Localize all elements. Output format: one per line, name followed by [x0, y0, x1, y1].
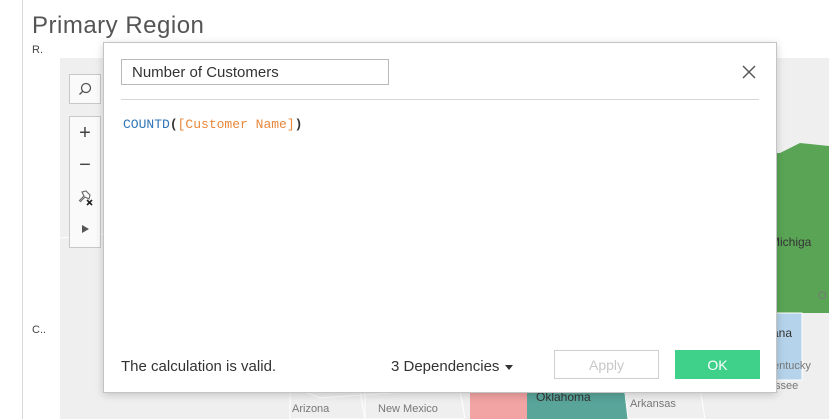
map-search-button[interactable] — [69, 74, 101, 104]
zoom-out-button[interactable]: − — [70, 149, 100, 181]
formula-function: COUNTD — [123, 117, 170, 132]
page-title: Primary Region — [32, 12, 205, 39]
formula-open-paren: ( — [169, 117, 178, 132]
close-button[interactable] — [738, 61, 760, 83]
map-zoom-controls: + − — [69, 116, 101, 248]
calculation-dialog: COUNTD([Customer Name]) The calculation … — [103, 42, 777, 393]
state-michigan — [770, 153, 829, 313]
formula-editor[interactable]: COUNTD([Customer Name]) — [123, 117, 302, 132]
ok-button[interactable]: OK — [675, 350, 760, 379]
dialog-divider — [121, 99, 759, 100]
label-new-mexico: New Mexico — [378, 403, 438, 415]
pin-reset-icon — [78, 190, 93, 206]
label-tennessee: ssee — [775, 380, 799, 392]
dimension-label: R. — [32, 44, 43, 56]
close-icon — [742, 65, 756, 79]
dependencies-dropdown[interactable]: 3 Dependencies — [391, 358, 514, 375]
state-texas — [470, 393, 527, 419]
chevron-down-icon — [505, 365, 514, 370]
pin-reset-button[interactable] — [70, 181, 100, 213]
label-arkansas: Arkansas — [630, 398, 676, 410]
play-icon — [82, 225, 89, 233]
formula-close-paren: ) — [294, 117, 303, 132]
formula-field: [Customer Name] — [177, 117, 295, 132]
play-button[interactable] — [70, 213, 100, 245]
label-ohio: O — [818, 290, 827, 302]
label-arizona: Arizona — [292, 403, 330, 415]
search-icon — [79, 82, 92, 95]
apply-button[interactable]: Apply — [554, 350, 659, 379]
label-kentucky: entucky — [773, 360, 811, 372]
calculation-name-input[interactable] — [121, 59, 389, 85]
zoom-in-button[interactable]: + — [70, 117, 100, 149]
validation-status: The calculation is valid. — [121, 358, 277, 375]
dependencies-label: 3 Dependencies — [391, 358, 500, 375]
edge-label: C.. — [32, 324, 47, 336]
left-divider — [22, 0, 23, 419]
